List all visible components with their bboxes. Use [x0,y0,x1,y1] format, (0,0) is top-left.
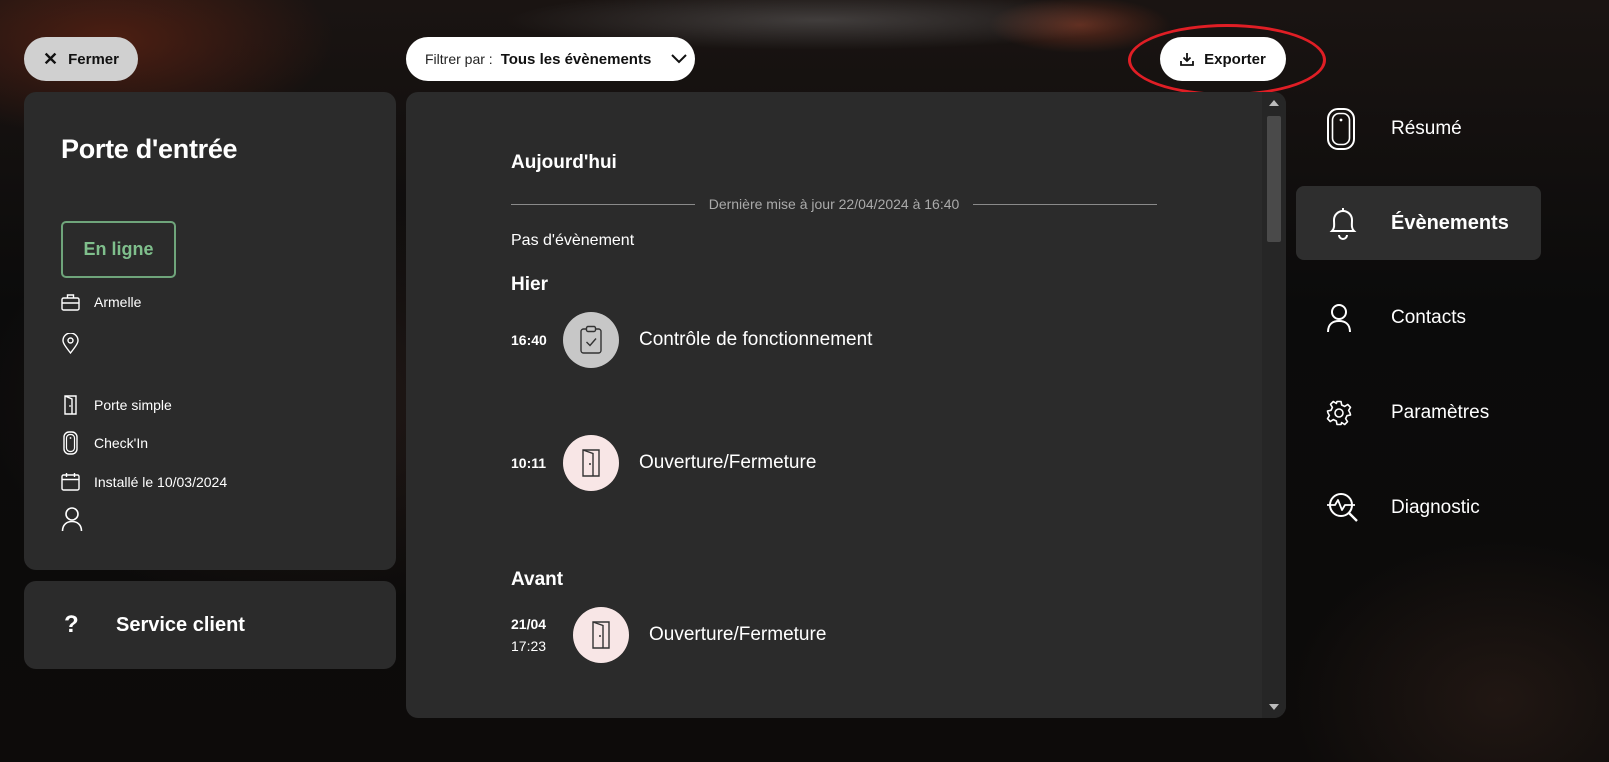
device-title: Porte d'entrée [61,134,238,164]
door-type-row: Porte simple [61,395,172,415]
sensor-icon [63,431,78,455]
nav-label: Diagnostic [1391,497,1480,518]
contact-row [61,506,97,532]
export-button[interactable]: Exporter [1160,37,1286,81]
last-update-text: Dernière mise à jour 22/04/2024 à 16:40 [708,196,960,212]
nav-item-diagnostic[interactable]: Diagnostic [1296,471,1541,545]
nav-label: Paramètres [1391,402,1490,423]
divider-line [973,203,1158,205]
person-icon [61,507,83,532]
clipboard-check-icon [580,325,602,354]
no-event-text: Pas d'évènement [511,232,635,249]
nav-item-parametres[interactable]: Paramètres [1296,376,1541,450]
install-date: Installé le 10/03/2024 [94,473,228,490]
event-icon-circle [563,435,619,491]
customer-service-card[interactable]: ? Service client [24,581,396,669]
location-pin-icon [62,333,79,354]
event-date: 21/04 [511,616,547,632]
event-label: Ouverture/Fermeture [639,452,817,473]
event-hour: 16:40 [511,332,547,348]
scroll-down-arrow[interactable] [1269,704,1279,710]
status-badge: En ligne [61,221,176,278]
door-icon [64,395,77,415]
scroll-thumb[interactable] [1267,116,1281,242]
event-hour: 17:23 [511,638,547,654]
gear-icon [1326,400,1352,426]
filter-value: Tous les évènements [500,50,652,68]
event-label: Ouverture/Fermeture [649,624,827,645]
owner-row: Armelle [61,293,141,311]
question-icon: ? [64,611,79,638]
events-scrollbar[interactable] [1262,92,1286,718]
export-label: Exporter [1204,50,1266,68]
event-icon-circle [573,607,629,663]
briefcase-icon [61,294,80,311]
nav-label: Évènements [1391,211,1509,234]
event-item[interactable]: 21/04 17:23 Ouverture/Fermeture [511,607,826,663]
device-card: Porte d'entrée En ligne Armelle Porte si… [24,92,396,570]
sensor-model: Check'In [94,435,149,451]
event-label: Contrôle de fonctionnement [639,329,873,350]
event-time: 21/04 17:23 [511,613,573,657]
filter-label: Filtrer par : [425,51,493,67]
today-heading: Aujourd'hui [511,152,617,173]
location-row [61,333,94,354]
bell-icon [1326,206,1360,240]
divider-line [511,203,695,205]
install-date-row: Installé le 10/03/2024 [61,472,227,491]
nav-label: Résumé [1391,118,1462,139]
scroll-up-arrow[interactable] [1269,100,1279,106]
sensor-row: Check'In [61,431,148,455]
event-hour: 10:11 [511,455,547,471]
events-panel: Aujourd'hui Dernière mise à jour 22/04/2… [406,92,1286,718]
close-button[interactable]: ✕ Fermer [24,37,138,81]
close-label: Fermer [68,50,119,68]
event-time: 10:11 [511,452,563,474]
event-filter-dropdown[interactable]: Filtrer par : Tous les évènements [406,37,695,81]
door-icon [582,449,600,477]
nav-item-evenements[interactable]: Évènements [1296,186,1541,260]
door-type: Porte simple [94,397,172,413]
person-icon [1326,303,1352,333]
chevron-down-icon [671,54,688,64]
before-heading: Avant [511,569,564,590]
event-item[interactable]: 16:40 Contrôle de fonctionnement [511,312,872,368]
diagnostic-icon [1326,492,1360,524]
nav-item-contacts[interactable]: Contacts [1296,281,1541,355]
last-update-divider: Dernière mise à jour 22/04/2024 à 16:40 [511,192,1158,216]
event-time: 16:40 [511,329,563,351]
yesterday-heading: Hier [511,274,548,295]
download-icon [1180,53,1195,66]
close-icon: ✕ [43,49,59,69]
calendar-icon [61,473,80,491]
owner-name: Armelle [94,294,142,310]
door-icon [592,621,610,649]
sensor-icon [1326,107,1356,151]
nav-label: Contacts [1391,307,1466,328]
nav-item-resume[interactable]: Résumé [1296,92,1541,166]
customer-service-label: Service client [116,613,245,636]
event-item[interactable]: 10:11 Ouverture/Fermeture [511,435,816,491]
event-icon-circle [563,312,619,368]
